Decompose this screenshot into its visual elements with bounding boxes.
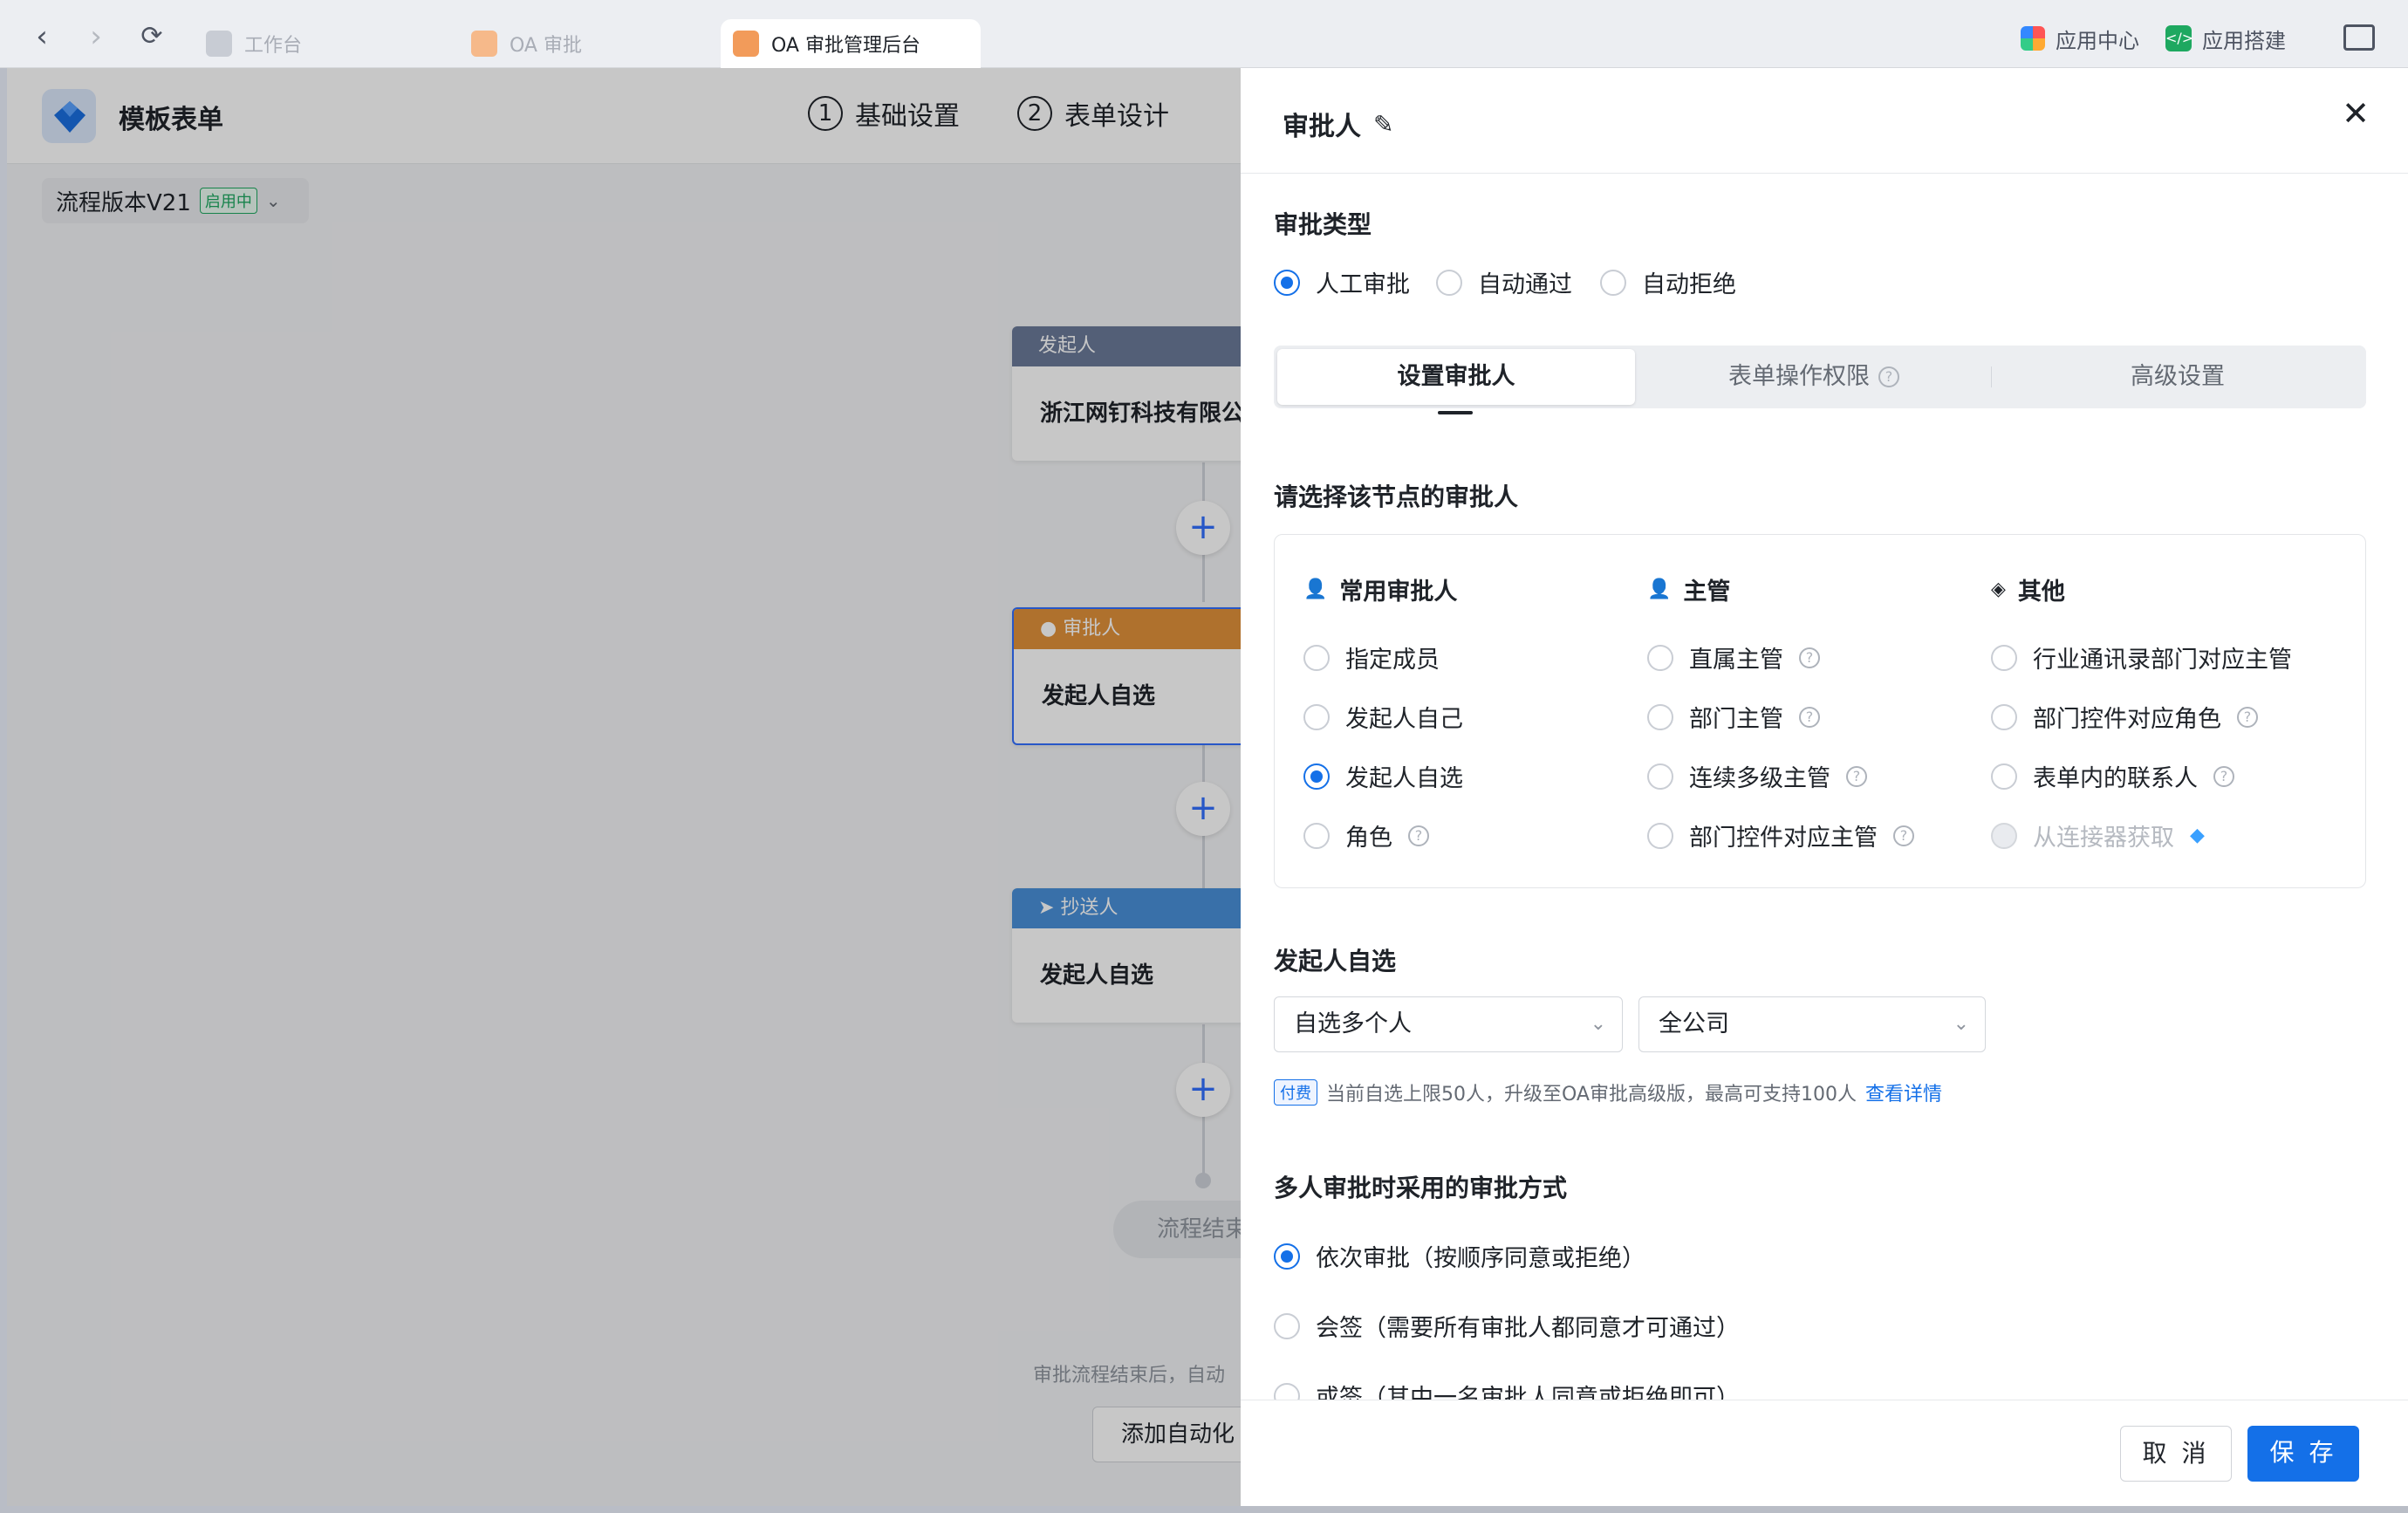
cancel-button[interactable]: 取 消 [2120, 1426, 2232, 1482]
overlay-mask[interactable] [7, 68, 1241, 1506]
group-common: 👤 常用审批人 [1303, 578, 1458, 606]
view-details-link[interactable]: 查看详情 [1865, 1078, 1942, 1106]
option-role[interactable]: 角色? [1303, 818, 1429, 852]
radio-icon [1303, 703, 1330, 730]
radio-icon [1274, 269, 1300, 296]
help-icon: ? [2237, 706, 2258, 728]
option-from-connector: 从连接器获取 ◆ [1991, 818, 2205, 852]
radio-auto-pass[interactable]: 自动通过 [1436, 265, 1572, 299]
workbench-icon [206, 31, 232, 57]
radio-icon [1647, 644, 1673, 671]
multi-approve-label: 多人审批时采用的审批方式 [1274, 1174, 1568, 1202]
self-select-label: 发起人自选 [1274, 947, 1397, 976]
radio-icon [1274, 1312, 1300, 1339]
radio-icon [1303, 644, 1330, 671]
radio-auto-reject[interactable]: 自动拒绝 [1600, 265, 1736, 299]
option-specified-member[interactable]: 指定成员 [1303, 640, 1440, 674]
option-dept-field-role[interactable]: 部门控件对应角色? [1991, 700, 2258, 734]
option-multilevel-manager[interactable]: 连续多级主管? [1647, 759, 1867, 793]
tab-oa[interactable]: OA 审批 [459, 19, 721, 68]
help-icon: ? [1799, 706, 1820, 728]
refresh-icon[interactable]: ⟳ [131, 16, 173, 58]
edit-icon[interactable]: ✎ [1373, 110, 1393, 139]
tab-workbench[interactable]: 工作台 [194, 19, 455, 68]
option-initiator-choose[interactable]: 发起人自选 [1303, 759, 1463, 793]
diamond-icon: ◆ [2190, 825, 2205, 846]
tab-underline [1438, 411, 1473, 414]
group-manager: 👤 主管 [1647, 578, 1731, 606]
chevron-down-icon: ⌄ [1953, 1013, 1969, 1035]
radio-icon [1436, 269, 1462, 296]
help-icon: ? [2213, 765, 2234, 787]
option-form-contact[interactable]: 表单内的联系人? [1991, 759, 2234, 793]
radio-icon [1274, 1243, 1300, 1270]
divider [1991, 366, 1992, 387]
tab-oa-admin[interactable]: OA 审批管理后台 [721, 19, 981, 68]
oa-admin-icon [733, 31, 759, 57]
option-industry-dept-manager[interactable]: 行业通讯录部门对应主管 [1991, 640, 2292, 674]
radio-icon [1303, 763, 1330, 790]
save-button[interactable]: 保 存 [2247, 1426, 2359, 1482]
radio-icon [1303, 822, 1330, 849]
help-icon: ? [1893, 825, 1914, 846]
radio-icon [1647, 822, 1673, 849]
help-icon: ? [1408, 825, 1429, 846]
option-dept-manager[interactable]: 部门主管? [1647, 700, 1820, 734]
layers-icon: ◈ [1991, 578, 2006, 600]
option-initiator-self[interactable]: 发起人自己 [1303, 700, 1463, 734]
app-grid-icon [2021, 26, 2045, 51]
radio-icon [1647, 703, 1673, 730]
back-icon[interactable]: ‹ [21, 16, 63, 58]
chevron-down-icon: ⌄ [1590, 1013, 1606, 1035]
divider [1241, 173, 2408, 174]
option-dept-field-manager[interactable]: 部门控件对应主管? [1647, 818, 1914, 852]
close-icon[interactable]: ✕ [2335, 92, 2377, 134]
drawer-footer [1241, 1400, 2408, 1506]
radio-icon [1991, 703, 2017, 730]
tab-set-approver[interactable]: 设置审批人 [1277, 349, 1635, 405]
radio-icon [1991, 822, 2017, 849]
app-center-button[interactable]: 应用中心 [2021, 21, 2139, 56]
pay-note: 付费 当前自选上限50人，升级至OA审批高级版，最高可支持100人 查看详情 [1274, 1078, 1942, 1106]
oa-icon [471, 31, 497, 57]
help-icon: ? [1846, 765, 1867, 787]
radio-manual[interactable]: 人工审批 [1274, 265, 1410, 299]
radio-icon [1991, 644, 2017, 671]
pay-badge: 付费 [1274, 1079, 1317, 1106]
option-direct-manager[interactable]: 直属主管? [1647, 640, 1820, 674]
radio-countersign[interactable]: 会签（需要所有审批人都同意才可通过） [1274, 1309, 1740, 1343]
radio-icon [1991, 763, 2017, 790]
manager-icon: 👤 [1647, 578, 1672, 600]
help-icon: ? [1799, 647, 1820, 668]
group-other: ◈ 其他 [1991, 578, 2065, 606]
select-mode-dropdown[interactable]: 自选多个人 ⌄ [1274, 996, 1623, 1052]
help-icon: ? [1878, 366, 1899, 387]
app-builder-button[interactable]: </> 应用搭建 [2165, 21, 2286, 56]
share-window-icon[interactable] [2343, 24, 2375, 51]
select-scope-dropdown[interactable]: 全公司 ⌄ [1638, 996, 1986, 1052]
user-icon: 👤 [1303, 578, 1328, 600]
radio-icon [1647, 763, 1673, 790]
tab-advanced[interactable]: 高级设置 [1993, 349, 2363, 405]
radio-sequential[interactable]: 依次审批（按顺序同意或拒绝） [1274, 1239, 1645, 1273]
code-icon: </> [2165, 25, 2193, 51]
drawer-title: 审批人 ✎ [1283, 109, 1394, 143]
forward-icon[interactable]: › [75, 16, 117, 58]
radio-icon [1600, 269, 1626, 296]
tab-form-permission[interactable]: 表单操作权限? [1637, 349, 1991, 405]
approve-type-label: 审批类型 [1274, 210, 1372, 239]
select-approver-label: 请选择该节点的审批人 [1274, 483, 1519, 511]
